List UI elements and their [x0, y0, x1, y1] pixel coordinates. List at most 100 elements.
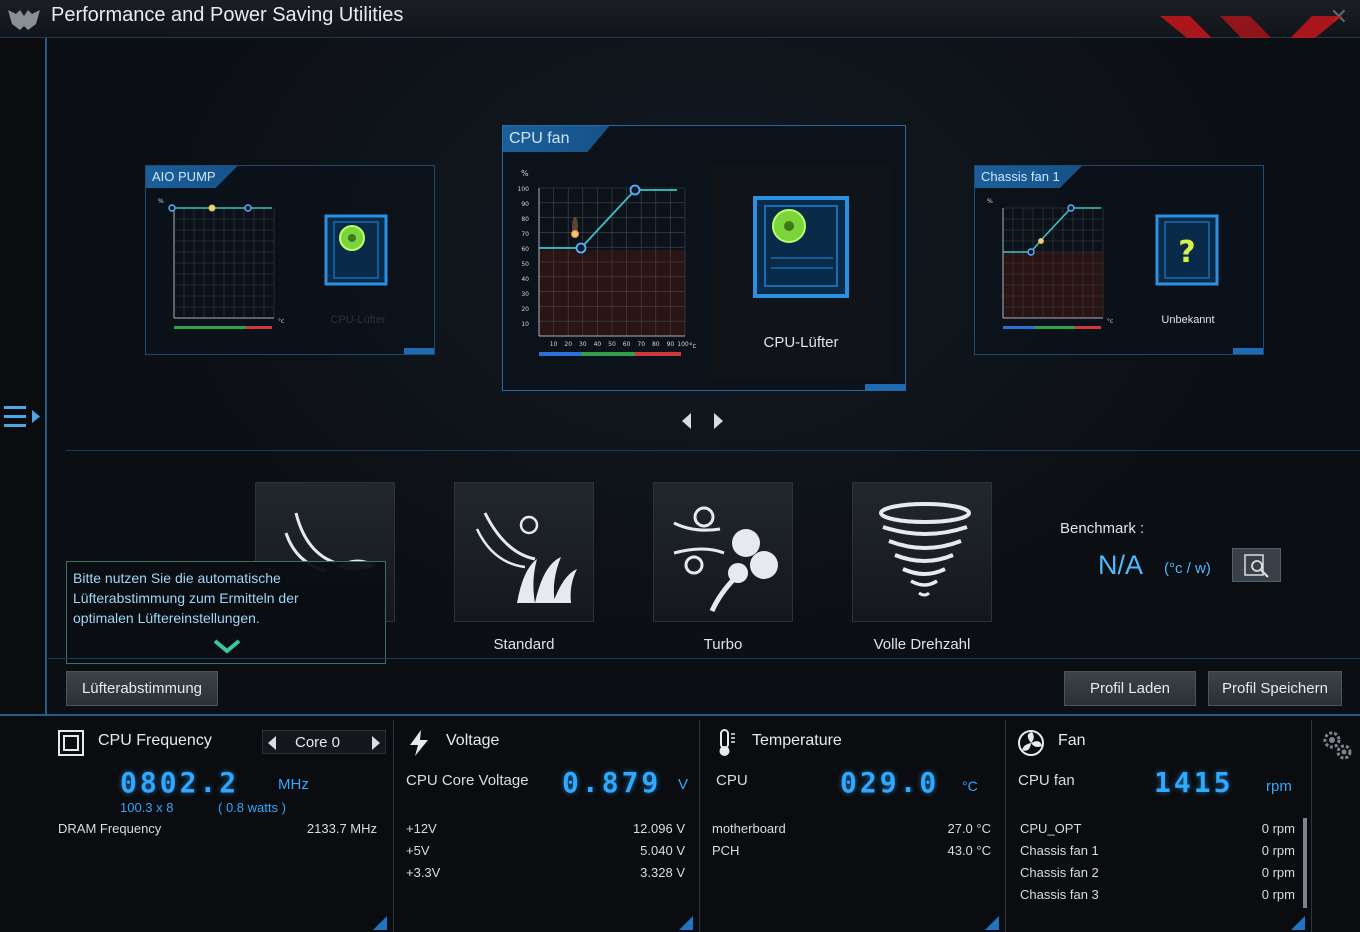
fan-xpert-stage: AIO PUMP % °c CPU-Lüfter CPU fan % 100 9… — [48, 38, 1360, 714]
fan-tuning-button[interactable]: Lüfterabstimmung — [66, 671, 218, 706]
fan-card-aio-pump[interactable]: AIO PUMP % °c CPU-Lüfter — [145, 165, 435, 355]
temperature-panel: Temperature CPU 029.0 °C motherboard 27.… — [702, 720, 1006, 932]
svg-text:80: 80 — [521, 216, 529, 223]
chevron-right-icon[interactable] — [714, 413, 723, 429]
cpu-fan-speed-unit: rpm — [1266, 778, 1292, 795]
chassis-fan-curve-chart[interactable]: % °c — [985, 196, 1125, 336]
settings-gear-icon[interactable] — [1320, 728, 1354, 762]
fan-card-cpu-fan[interactable]: CPU fan % 10090 8070 6050 4030 2010 — [502, 125, 906, 391]
cpu-core-voltage-unit: V — [678, 776, 689, 793]
panel-corner — [679, 916, 693, 930]
cpu-frequency-title: CPU Frequency — [98, 732, 212, 749]
voltage-row-value: 12.096 V — [632, 821, 685, 836]
standard-wind-icon — [475, 512, 577, 603]
fan-panel: Fan CPU fan 1415 rpm CPU_OPT 0 rpm Chass… — [1008, 720, 1312, 932]
thermometer-icon — [719, 729, 735, 756]
fan-row-label: Chassis fan 2 — [1020, 865, 1099, 880]
svg-text:30: 30 — [579, 341, 587, 348]
cpu-multiplier: 100.3 x 8 — [120, 800, 174, 815]
fan-title: Fan — [1058, 732, 1086, 749]
card-corner — [865, 384, 905, 390]
svg-text:50: 50 — [521, 261, 529, 268]
cpu-fan-case-icon — [324, 214, 388, 286]
svg-text:10: 10 — [521, 321, 529, 328]
voltage-title: Voltage — [446, 732, 500, 749]
voltage-panel: Voltage CPU Core Voltage 0.879 V +12V 12… — [396, 720, 700, 932]
svg-text:90: 90 — [667, 341, 675, 348]
tooltip-line: optimalen Lüftereinstellungen. — [73, 610, 260, 626]
mode-standard[interactable] — [454, 482, 594, 622]
voltage-row-value: 3.328 V — [640, 865, 685, 880]
fan-row-value: 0 rpm — [1261, 887, 1295, 902]
cpu-frequency-unit: MHz — [278, 776, 309, 793]
aio-fan-curve-chart[interactable]: % °c — [156, 196, 296, 336]
fan-card-tab: Chassis fan 1 — [975, 166, 1082, 188]
fan-card-chassis-fan-1[interactable]: Chassis fan 1 % °c ? Unbekannt — [974, 165, 1264, 355]
voltage-row-label: +5V — [406, 843, 430, 858]
fan-row-value: 0 rpm — [1261, 843, 1295, 858]
mode-turbo[interactable] — [653, 482, 793, 622]
chassis-fan-label: Unbekannt — [1161, 314, 1215, 326]
svg-text:20: 20 — [521, 306, 529, 313]
voltage-row-value: 5.040 V — [640, 843, 685, 858]
tooltip-line: Lüfterabstimmung zum Ermitteln der — [73, 590, 299, 606]
fan-carousel-arrows — [680, 413, 730, 433]
cpu-temperature-unit: °C — [962, 778, 978, 794]
fan-row-value: 0 rpm — [1261, 821, 1295, 836]
cpu-temperature-label: CPU — [716, 772, 748, 789]
cpu-chart-y-unit: % — [521, 169, 529, 178]
fan-list-scrollbar[interactable] — [1303, 818, 1307, 908]
benchmark-label: Benchmark : — [1060, 520, 1145, 537]
svg-text:?: ? — [1178, 235, 1195, 270]
fan-tuning-tooltip: Bitte nutzen Sie die automatische Lüfter… — [66, 561, 386, 664]
cpu-fan-speed-label: CPU fan — [1018, 772, 1075, 789]
lightning-icon — [410, 730, 428, 756]
svg-text:70: 70 — [637, 341, 645, 348]
chassis-temp-unit: °c — [1107, 318, 1113, 325]
panel-corner — [1291, 916, 1305, 930]
cpu-fan-preview: CPU-Lüfter — [711, 166, 891, 380]
menu-expand-icon[interactable] — [2, 402, 42, 432]
benchmark-search-button[interactable] — [1232, 548, 1281, 582]
svg-text:40: 40 — [521, 276, 529, 283]
cpu-frequency-panel: CPU Frequency Core 0 0802.2 MHz 100.3 x … — [48, 720, 394, 932]
cpu-chip-icon — [58, 730, 84, 756]
title-bar: Performance and Power Saving Utilities ✕ — [0, 0, 1360, 38]
svg-text:100: 100 — [677, 341, 689, 348]
temperature-row-label: PCH — [712, 843, 740, 858]
voltage-row-label: +12V — [406, 821, 437, 836]
cpu-core-voltage-value: 0.879 — [562, 766, 662, 799]
temperature-row-value: 43.0 °C — [947, 843, 991, 858]
core-selector[interactable]: Core 0 — [262, 730, 386, 754]
mode-full-speed-label: Volle Drehzahl — [873, 636, 971, 653]
svg-text:40: 40 — [594, 341, 602, 348]
core-selector-value: Core 0 — [295, 734, 341, 751]
benchmark-unit: (°c / w) — [1164, 560, 1211, 577]
cpu-core-voltage-label: CPU Core Voltage — [406, 772, 529, 789]
chevron-left-icon[interactable] — [682, 413, 691, 429]
stage-divider — [48, 658, 1360, 659]
save-profile-button[interactable]: Profil Speichern — [1208, 671, 1342, 706]
window-title: Performance and Power Saving Utilities — [51, 4, 404, 26]
cpu-temperature-value: 029.0 — [840, 766, 940, 799]
temperature-title: Temperature — [752, 732, 842, 749]
left-rail — [0, 38, 47, 714]
cpu-fan-curve-chart[interactable]: % 10090 8070 6050 4030 2010 10 20 30 40 … — [513, 168, 703, 360]
cpu-watts: ( 0.8 watts ) — [218, 800, 286, 815]
mode-full-speed[interactable] — [852, 482, 992, 622]
fan-row-value: 0 rpm — [1261, 865, 1295, 880]
chevron-right-icon[interactable] — [372, 736, 380, 750]
svg-text:%: % — [158, 198, 164, 205]
cpu-fan-case-icon — [753, 196, 849, 298]
dram-frequency-value: 2133.7 MHz — [306, 821, 377, 836]
fan-icon — [1018, 730, 1044, 756]
section-divider — [66, 450, 1360, 451]
svg-text:70: 70 — [521, 231, 529, 238]
svg-text:30: 30 — [521, 291, 529, 298]
chevron-down-icon — [213, 639, 241, 654]
dram-frequency-label: DRAM Frequency — [58, 821, 162, 836]
load-profile-button[interactable]: Profil Laden — [1064, 671, 1196, 706]
tornado-icon — [879, 502, 971, 597]
temperature-row-label: motherboard — [712, 821, 786, 836]
chevron-left-icon[interactable] — [268, 736, 276, 750]
